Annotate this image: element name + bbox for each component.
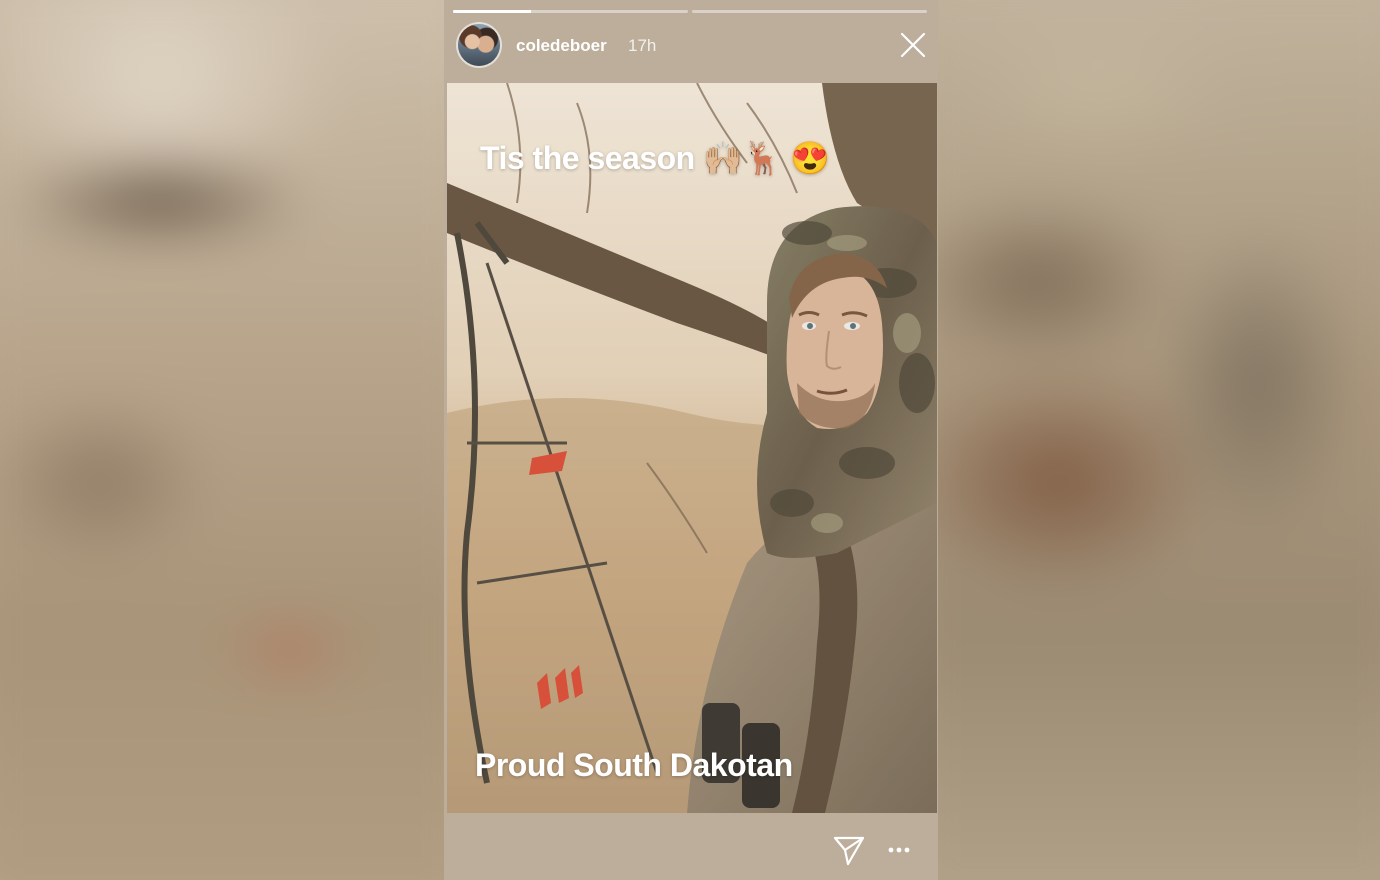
story-footer <box>444 813 938 880</box>
more-options-button[interactable] <box>886 837 914 863</box>
close-icon <box>900 32 926 58</box>
close-button[interactable] <box>898 30 928 60</box>
progress-segment <box>453 10 688 13</box>
blurred-background-left <box>0 0 444 880</box>
send-button[interactable] <box>832 833 866 867</box>
avatar[interactable] <box>458 24 500 66</box>
caption-bottom: Proud South Dakotan <box>475 747 793 783</box>
story-progress <box>453 10 927 13</box>
send-icon <box>833 836 865 866</box>
story-viewer: coledeboer 17h Tis the season 🙌🏼🦌 😍 Prou… <box>444 0 938 880</box>
username[interactable]: coledeboer <box>516 36 607 56</box>
post-time: 17h <box>628 36 657 55</box>
progress-fill <box>453 10 531 13</box>
blurred-background-right <box>938 0 1380 880</box>
progress-segment <box>692 10 927 13</box>
caption-top: Tis the season 🙌🏼🦌 😍 <box>480 140 830 176</box>
more-icon <box>888 847 910 853</box>
story-header: coledeboer 17h <box>458 24 926 66</box>
story-photo[interactable]: Tis the season 🙌🏼🦌 😍 Proud South Dakotan <box>447 83 937 813</box>
hunter-photo <box>447 83 937 813</box>
